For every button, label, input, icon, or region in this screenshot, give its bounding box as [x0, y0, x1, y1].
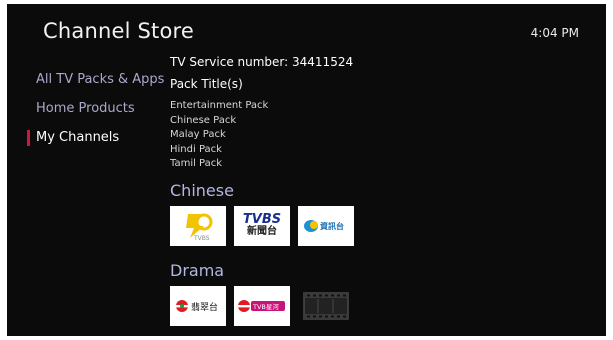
pack-title-heading: Pack Title(s) [170, 77, 243, 91]
channel-tile[interactable] [298, 286, 354, 326]
tvbs-asia-logo-icon: TVBS [186, 213, 213, 242]
channel-tile[interactable]: 翡翠台 [170, 286, 226, 326]
pack-item: Tamil Pack [170, 158, 223, 170]
service-label: TV Service number: [170, 55, 289, 69]
nav-item-home-products[interactable]: Home Products [27, 99, 164, 128]
nav-item-label: Home Products [36, 101, 135, 116]
svg-text:TVB星河: TVB星河 [252, 303, 279, 311]
nav-item-label: My Channels [36, 130, 120, 145]
pack-item: Entertainment Pack [170, 100, 269, 111]
channel-row-chinese: TVBS TVBS 新聞台 資訊台 [170, 206, 354, 246]
section-heading-chinese: Chinese [170, 181, 234, 200]
active-indicator [27, 130, 30, 146]
pack-item: Chinese Pack [170, 114, 237, 126]
channel-tile[interactable]: TVB星河 [234, 286, 290, 326]
service-number: TV Service number: 34411524 [170, 55, 353, 69]
channel-store-screen: Channel Store 4:04 PM All TV Packs & App… [7, 4, 606, 336]
svg-text:TVBS: TVBS [193, 235, 210, 242]
pack-list: Entertainment Pack Chinese Pack Malay Pa… [170, 99, 353, 172]
section-heading-drama: Drama [170, 261, 225, 280]
tvb-star-channel-logo-icon: TVB星河 [238, 300, 285, 312]
service-value: 34411524 [292, 55, 354, 69]
channel-tile[interactable]: TVBS 新聞台 [234, 206, 290, 246]
channel-tile[interactable]: TVBS [170, 206, 226, 246]
news-info-channel-logo-icon: 資訊台 [304, 220, 344, 232]
sidebar-nav: All TV Packs & Apps Home Products My Cha… [27, 70, 164, 157]
film-placeholder-icon [303, 292, 349, 320]
pack-item: Hindi Pack [170, 143, 222, 155]
channel-tile[interactable]: 資訊台 [298, 206, 354, 246]
svg-text:翡翠台: 翡翠台 [191, 301, 218, 313]
svg-text:資訊台: 資訊台 [320, 221, 344, 231]
nav-item-label: All TV Packs & Apps [36, 72, 165, 87]
page-title: Channel Store [43, 19, 194, 43]
nav-item-my-channels[interactable]: My Channels [27, 128, 164, 157]
jade-channel-logo-icon: 翡翠台 [176, 300, 218, 313]
channel-row-drama: 翡翠台 TVB星河 [170, 286, 354, 326]
account-info: TV Service number: 34411524 Pack Title(s… [170, 55, 353, 172]
tvbs-news-logo-icon: TVBS 新聞台 [242, 212, 282, 237]
pack-item: Malay Pack [170, 129, 226, 141]
clock: 4:04 PM [530, 26, 579, 40]
nav-item-all-tv-packs[interactable]: All TV Packs & Apps [27, 70, 164, 99]
